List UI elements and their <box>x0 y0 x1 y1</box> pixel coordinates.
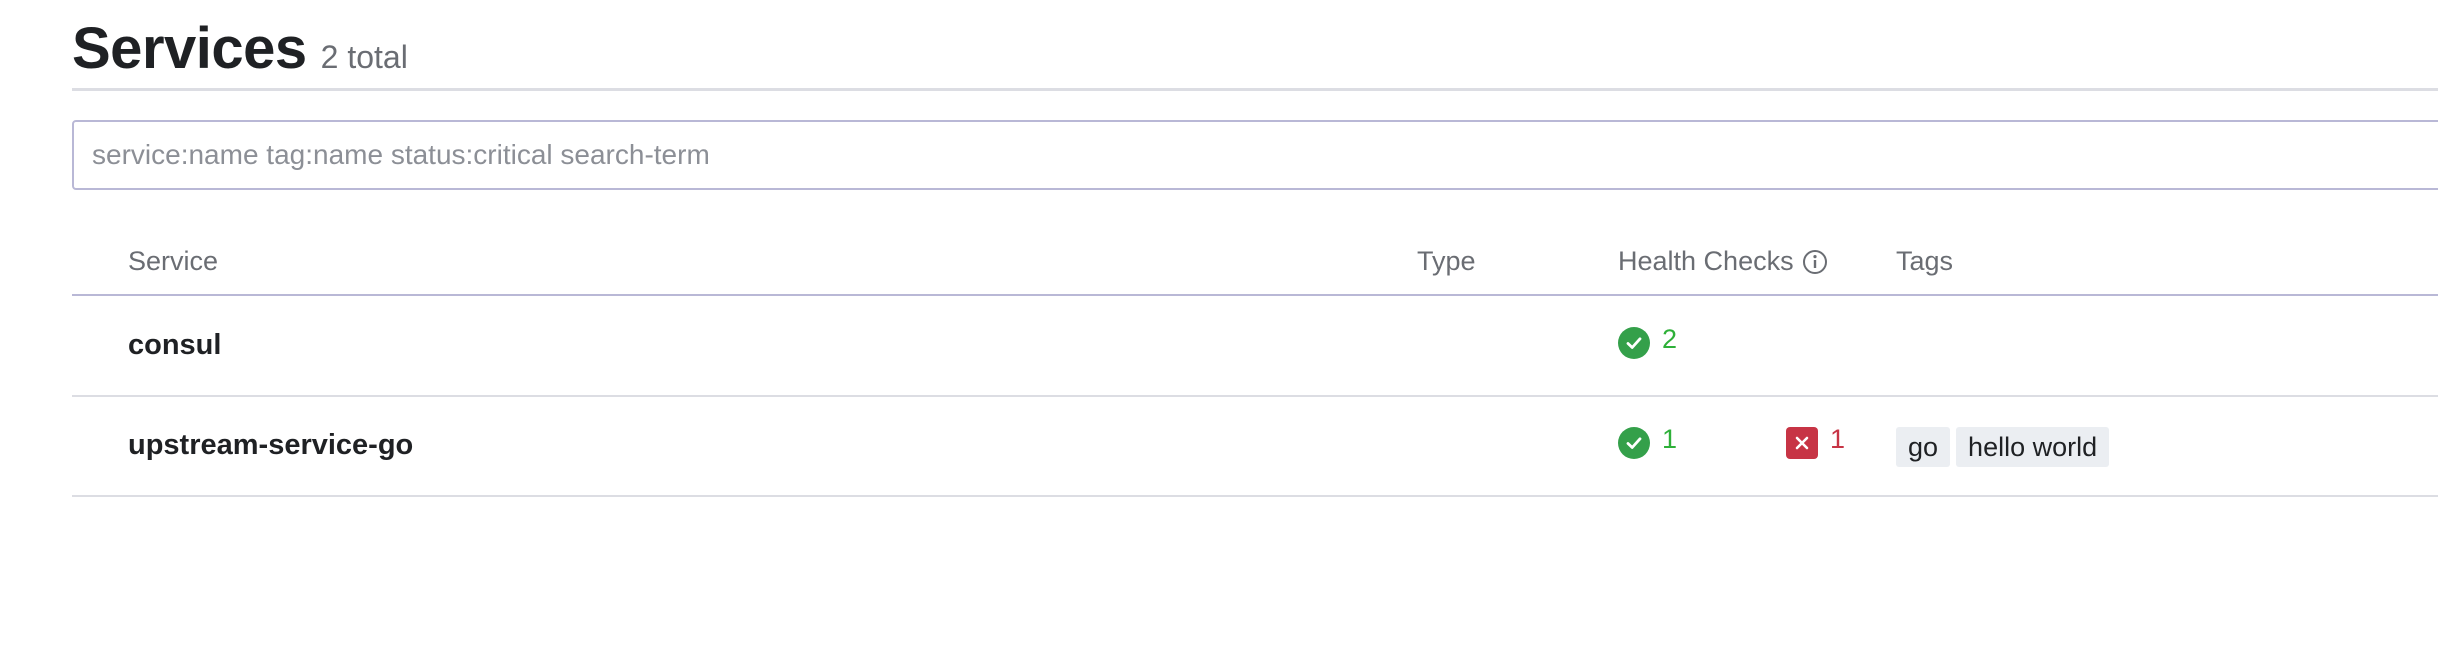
column-header-tags: Tags <box>1896 246 1954 276</box>
search-box[interactable] <box>72 120 2438 190</box>
passing-count: 2 <box>1662 323 1678 354</box>
x-square-icon <box>1786 427 1818 459</box>
check-circle-icon <box>1618 327 1650 359</box>
page-title: Services <box>72 16 307 81</box>
page-header: Services 2 total <box>72 12 408 86</box>
services-page: Services 2 total Service Type Health Che… <box>0 0 2438 658</box>
critical-count: 1 <box>1830 423 1846 454</box>
service-count: 2 total <box>320 39 408 75</box>
column-header-service: Service <box>128 246 219 276</box>
table-header: Service Type Health Checks Tags <box>72 232 2438 296</box>
table-row[interactable]: consul 2 <box>72 297 2438 397</box>
passing-checks: 2 <box>1618 323 1678 359</box>
health-checks-label: Health Checks <box>1618 246 1794 276</box>
passing-checks: 1 <box>1618 423 1678 459</box>
header-divider <box>72 88 2438 91</box>
search-input[interactable] <box>74 122 2438 188</box>
tag: go <box>1896 427 1951 467</box>
tag: hello world <box>1956 427 2110 467</box>
tag-list: go hello world <box>1896 427 2110 467</box>
service-name-link[interactable]: upstream-service-go <box>128 429 413 462</box>
table-row[interactable]: upstream-service-go 1 1 go hello world <box>72 397 2438 497</box>
passing-count: 1 <box>1662 423 1678 454</box>
column-header-type: Type <box>1417 246 1476 276</box>
info-circle-icon[interactable] <box>1802 249 1828 275</box>
check-circle-icon <box>1618 427 1650 459</box>
service-name-link[interactable]: consul <box>128 329 221 362</box>
critical-checks: 1 <box>1786 423 1846 459</box>
column-header-health-checks: Health Checks <box>1618 246 1828 277</box>
